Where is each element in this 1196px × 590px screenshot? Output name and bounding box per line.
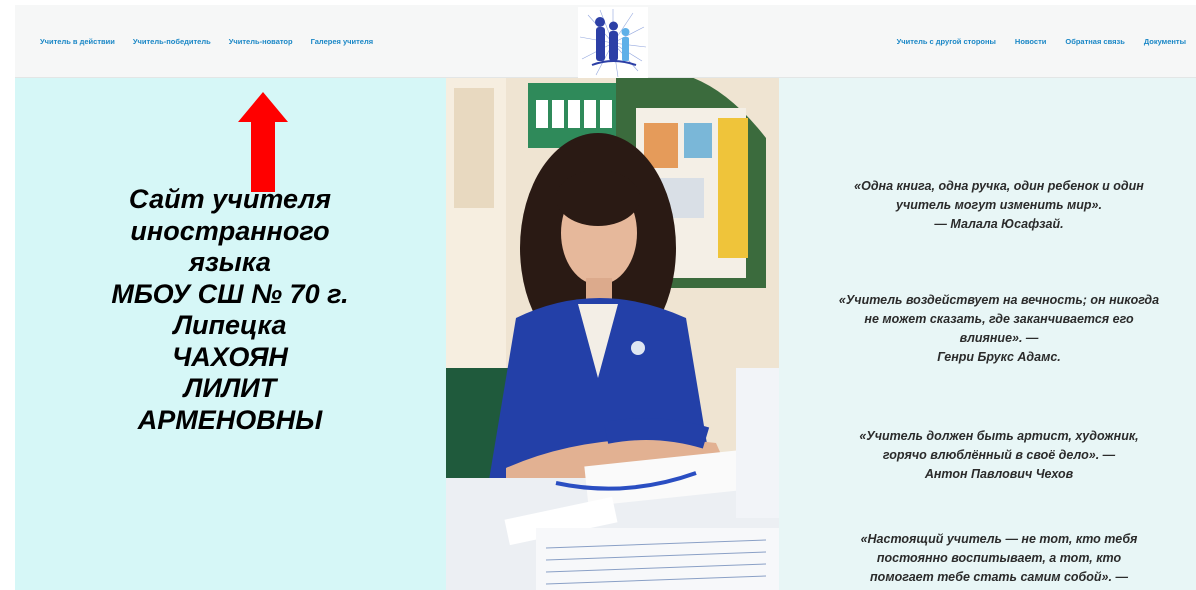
nav-link-news[interactable]: Новости	[1015, 37, 1046, 46]
site-title-line: Сайт учителя	[128, 184, 332, 214]
red-up-arrow-icon	[238, 92, 288, 192]
site-title-line: АРМЕНОВНЫ	[137, 404, 323, 435]
site-title: Сайт учителя иностранного языка МБОУ СШ …	[70, 184, 390, 436]
school-logo-graphic	[579, 9, 647, 78]
site-header: Учитель в действии Учитель-победитель Уч…	[15, 5, 1196, 79]
quote-line: учитель могут изменить мир».	[896, 198, 1102, 212]
teacher-photo-graphic	[446, 78, 779, 590]
nav-link-teacher-innovator[interactable]: Учитель-новатор	[229, 37, 293, 46]
site-title-line: Липецка	[173, 310, 287, 340]
site-title-line: ЧАХОЯН	[172, 341, 288, 372]
school-logo-icon[interactable]	[578, 7, 648, 79]
quote-line: «Учитель воздействует на вечность; он ни…	[838, 293, 1160, 307]
nav-link-teacher-other-side[interactable]: Учитель с другой стороны	[897, 37, 996, 46]
site-title-line: МБОУ СШ № 70 г.	[111, 278, 349, 309]
nav-link-documents[interactable]: Документы	[1144, 37, 1186, 46]
nav-link-teacher-in-action[interactable]: Учитель в действии	[40, 37, 115, 46]
quote-line: не может сказать, где заканчивается его	[864, 312, 1134, 326]
quote-line: Антон Павлович Чехов	[924, 467, 1074, 481]
quote-line: Генри Брукс Адамс.	[937, 350, 1061, 364]
nav-right: Учитель с другой стороны Новости Обратна…	[897, 5, 1186, 77]
quote-line: постоянно воспитывает, а тот, кто	[876, 551, 1122, 565]
site-title-line: ЛИЛИТ	[183, 373, 277, 403]
quote-line: влияние». —	[959, 331, 1039, 345]
quote-line: горячо влюблённый в своё дело». —	[882, 448, 1116, 462]
quote-line: «Настоящий учитель — не тот, кто тебя	[860, 532, 1138, 546]
quotes-panel: «Одна книга, одна ручка, один ребенок и …	[779, 78, 1196, 590]
quote-line: «Учитель должен быть артист, художник,	[859, 429, 1139, 443]
quote-true-teacher: «Настоящий учитель — не тот, кто тебя по…	[819, 530, 1179, 587]
teacher-photo	[446, 78, 779, 590]
nav-left: Учитель в действии Учитель-победитель Уч…	[40, 5, 373, 77]
nav-link-teacher-winner[interactable]: Учитель-победитель	[133, 37, 211, 46]
quote-chekhov: «Учитель должен быть артист, художник, г…	[819, 427, 1179, 484]
nav-link-feedback[interactable]: Обратная связь	[1065, 37, 1124, 46]
quote-malala: «Одна книга, одна ручка, один ребенок и …	[819, 177, 1179, 234]
left-title-panel: Сайт учителя иностранного языка МБОУ СШ …	[15, 78, 446, 590]
site-title-line: иностранного	[130, 215, 330, 246]
quote-line: — Малала Юсафзай.	[934, 217, 1064, 231]
quote-line: помогает тебе стать самим собой». —	[870, 570, 1128, 584]
nav-link-teacher-gallery[interactable]: Галерея учителя	[311, 37, 374, 46]
quote-adams: «Учитель воздействует на вечность; он ни…	[819, 291, 1179, 367]
site-title-line: языка	[189, 247, 271, 277]
quote-line: «Одна книга, одна ручка, один ребенок и …	[854, 179, 1144, 193]
